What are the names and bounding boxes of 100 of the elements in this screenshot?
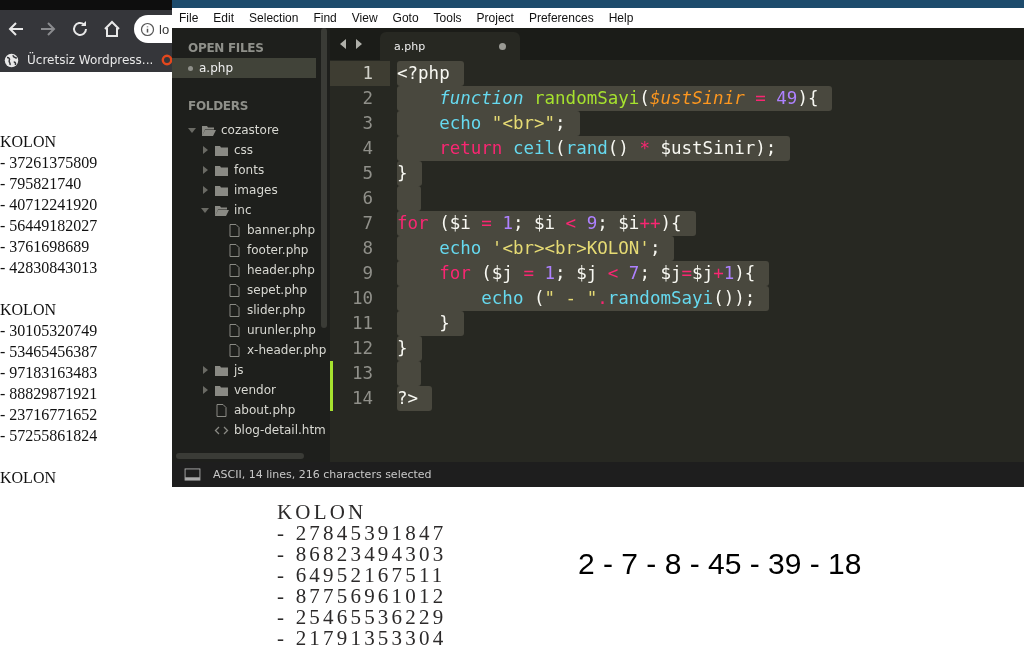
output-number: - 64952167511 <box>277 565 447 586</box>
open-file-item[interactable]: a.php <box>172 58 316 78</box>
output-heading: KOLON <box>0 132 57 152</box>
output-number: - 97183163483 <box>0 363 98 383</box>
line-number: 1 <box>330 61 390 86</box>
sidebar-document[interactable]: urunler.php <box>172 320 330 340</box>
line-number: 7 <box>361 212 374 235</box>
file-dot-icon <box>188 65 193 71</box>
line-number: 3 <box>361 112 374 135</box>
line-number: 14 <box>330 386 390 411</box>
menu-item[interactable]: Help <box>608 11 634 25</box>
sidebar-folder[interactable]: js <box>172 360 330 380</box>
sidebar-document[interactable]: x-header.php <box>172 340 330 360</box>
panel-icon[interactable] <box>184 468 201 481</box>
lottery-numbers: 2 - 7 - 8 - 45 - 39 - 18 <box>578 547 862 581</box>
menu-item[interactable]: File <box>179 11 199 25</box>
file-icon <box>227 323 242 337</box>
folder-icon <box>214 383 229 397</box>
scrollbar[interactable] <box>321 28 327 328</box>
line-number: 2 <box>361 87 374 110</box>
status-text: ASCII, 14 lines, 216 characters selected <box>213 468 432 481</box>
file-icon <box>227 263 242 277</box>
file-icon <box>227 343 242 357</box>
menu-item[interactable]: Preferences <box>528 11 594 25</box>
menu-item[interactable]: View <box>351 11 378 25</box>
output-number: - 23716771652 <box>0 405 98 425</box>
file-tab[interactable]: a.php <box>380 32 520 60</box>
line-number: 13 <box>330 361 390 386</box>
menu-item[interactable]: Selection <box>249 11 299 25</box>
output-number: - 30105320749 <box>0 321 98 341</box>
output-number: - 40712241920 <box>0 195 98 215</box>
collapsed-arrow-icon <box>201 146 209 154</box>
open-folder-icon <box>214 203 229 217</box>
collapsed-arrow-icon <box>201 186 209 194</box>
menu-item[interactable]: Tools <box>433 11 462 25</box>
scrollbar[interactable] <box>176 453 304 459</box>
folder-icon <box>214 143 229 157</box>
sidebar-folder[interactable]: fonts <box>172 160 330 180</box>
line-number: 8 <box>361 237 374 260</box>
globe-icon <box>4 52 19 68</box>
folder-icon <box>214 363 229 377</box>
output-number: - 3761698689 <box>0 237 91 257</box>
tab-arrows-icon[interactable] <box>338 38 364 50</box>
output-number: - 27845391847 <box>277 523 447 544</box>
expanded-arrow-icon <box>188 126 196 134</box>
collapsed-arrow-icon <box>201 366 209 374</box>
menu-item[interactable]: Find <box>313 11 337 25</box>
output-number: - 795821740 <box>0 174 83 194</box>
menu-item[interactable]: Project <box>476 11 514 25</box>
output-number: - 57255861824 <box>0 426 98 446</box>
sidebar-folder[interactable]: images <box>172 180 330 200</box>
output-number: - 25465536229 <box>277 607 447 628</box>
line-number: 6 <box>361 187 374 210</box>
menu-item[interactable]: Edit <box>213 11 235 25</box>
folder-icon <box>214 183 229 197</box>
menu-item[interactable]: Goto <box>392 11 419 25</box>
file-icon <box>227 303 242 317</box>
home-icon[interactable] <box>102 19 122 39</box>
sidebar-document[interactable]: about.php <box>172 400 330 420</box>
output-number: - 87756961012 <box>277 586 447 607</box>
sidebar-document[interactable]: banner.php <box>172 220 330 240</box>
output-number: - 88829871921 <box>0 384 98 404</box>
line-number: 10 <box>350 287 374 310</box>
sidebar-folder[interactable]: vendor <box>172 380 330 400</box>
sidebar-document[interactable]: sepet.php <box>172 280 330 300</box>
output-number: - 86823494303 <box>277 544 447 565</box>
output-number: - 37261375809 <box>0 153 98 173</box>
line-number: 12 <box>350 337 374 360</box>
collapsed-arrow-icon <box>201 386 209 394</box>
output-heading: KOLON <box>277 502 368 523</box>
sidebar-folder[interactable]: cozastore <box>172 120 330 140</box>
sidebar-folder[interactable]: css <box>172 140 330 160</box>
sidebar-document[interactable]: header.php <box>172 260 330 280</box>
output-heading: KOLON <box>0 300 57 320</box>
folders-title: FOLDERS <box>187 98 249 115</box>
line-number: 4 <box>361 137 374 160</box>
folder-icon <box>214 163 229 177</box>
file-icon <box>227 223 242 237</box>
sidebar-document[interactable]: slider.php <box>172 300 330 320</box>
file-icon <box>227 243 242 257</box>
line-number: 9 <box>361 262 374 285</box>
output-number: - 21791353304 <box>277 628 447 649</box>
line-number: 11 <box>350 312 374 335</box>
sidebar-folder[interactable]: inc <box>172 200 330 220</box>
sidebar-document[interactable]: footer.php <box>172 240 330 260</box>
file-icon <box>227 283 242 297</box>
open-folder-icon <box>201 123 216 137</box>
reload-icon[interactable] <box>70 19 90 39</box>
output-number: - 53465456387 <box>0 342 98 362</box>
collapsed-arrow-icon <box>201 166 209 174</box>
address-field[interactable]: lo <box>134 15 172 43</box>
output-heading: KOLON <box>0 468 57 488</box>
line-number: 5 <box>361 162 374 185</box>
bookmark-logo-icon[interactable] <box>161 54 172 66</box>
output-number: - 56449182027 <box>0 216 98 236</box>
info-icon <box>140 21 155 37</box>
sidebar-document[interactable]: blog-detail.htm <box>172 420 330 440</box>
output-number: - 42830843013 <box>0 258 98 278</box>
bookmark[interactable]: Ücretsiz Wordpress... <box>4 52 154 68</box>
expanded-arrow-icon <box>201 206 209 214</box>
